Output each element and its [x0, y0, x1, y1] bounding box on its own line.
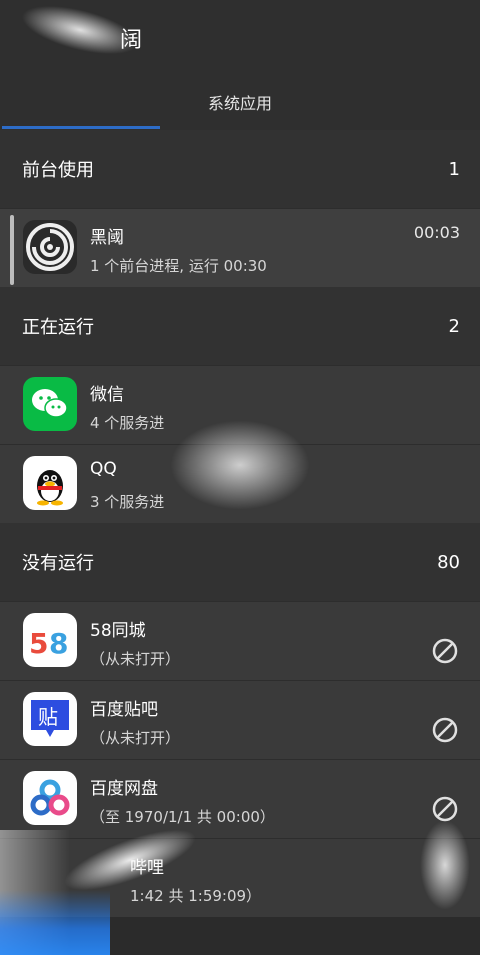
- section-count: 80: [437, 551, 460, 573]
- app-row-tieba[interactable]: 贴 百度贴吧 （从未打开）: [0, 680, 480, 759]
- block-icon[interactable]: [432, 638, 458, 664]
- app-name: 58同城: [90, 621, 146, 641]
- block-icon[interactable]: [432, 796, 458, 822]
- light-glare: [0, 890, 110, 955]
- tab-system-apps[interactable]: 系统应用: [0, 90, 480, 114]
- section-foreground: 前台使用 1: [0, 130, 480, 208]
- section-label: 前台使用: [22, 160, 94, 181]
- app-status: （从未打开）: [90, 650, 181, 668]
- app-name: 黑阈: [90, 228, 124, 248]
- app-time: 00:03: [413, 223, 460, 242]
- app-name: 微信: [90, 385, 124, 405]
- svg-text:8: 8: [49, 627, 68, 660]
- app-list: 前台使用 1 黑阈 1 个前台进程, 运行 00:30 00:03 正在运行 2: [0, 130, 480, 917]
- app-name: 百度贴吧: [90, 700, 158, 720]
- svg-text:5: 5: [29, 627, 48, 660]
- tieba-icon: 贴: [23, 692, 77, 746]
- qq-penguin-icon: [23, 456, 77, 510]
- wechat-icon: [23, 377, 77, 431]
- app-status: （从未打开）: [90, 729, 181, 747]
- section-count: 2: [448, 315, 460, 337]
- tab-indicator: [2, 126, 160, 129]
- section-not-running: 没有运行 80: [0, 523, 480, 601]
- tieba-icon-text: 贴: [38, 705, 58, 729]
- app-status: 3 个服务进: [90, 493, 165, 511]
- app-row-heiyue[interactable]: 黑阈 1 个前台进程, 运行 00:30 00:03: [0, 208, 480, 287]
- section-count: 1: [448, 158, 460, 180]
- section-label: 没有运行: [22, 553, 94, 574]
- page-title: 阔: [120, 28, 143, 53]
- section-running: 正在运行 2: [0, 287, 480, 365]
- app-row-58[interactable]: 5 8 58同城 （从未打开）: [0, 601, 480, 680]
- app-header: 阔 系统应用: [0, 0, 480, 130]
- app-status: 4 个服务进: [90, 414, 165, 432]
- app-row-baidu-pan[interactable]: 百度网盘 （至 1970/1/1 共 00:00）: [0, 759, 480, 838]
- selected-indicator: [10, 215, 14, 285]
- app-name: 百度网盘: [90, 779, 158, 799]
- block-icon[interactable]: [432, 717, 458, 743]
- section-label: 正在运行: [22, 317, 94, 338]
- app-status: 1:42 共 1:59:09）: [130, 887, 262, 905]
- heiyue-swirl-icon: [23, 220, 77, 274]
- baidu-pan-icon: [23, 771, 77, 825]
- 58-icon: 5 8: [23, 613, 77, 667]
- light-glare: [170, 420, 310, 510]
- app-status: 1 个前台进程, 运行 00:30: [90, 257, 267, 275]
- light-glare: [420, 820, 470, 910]
- app-name: QQ: [90, 459, 117, 479]
